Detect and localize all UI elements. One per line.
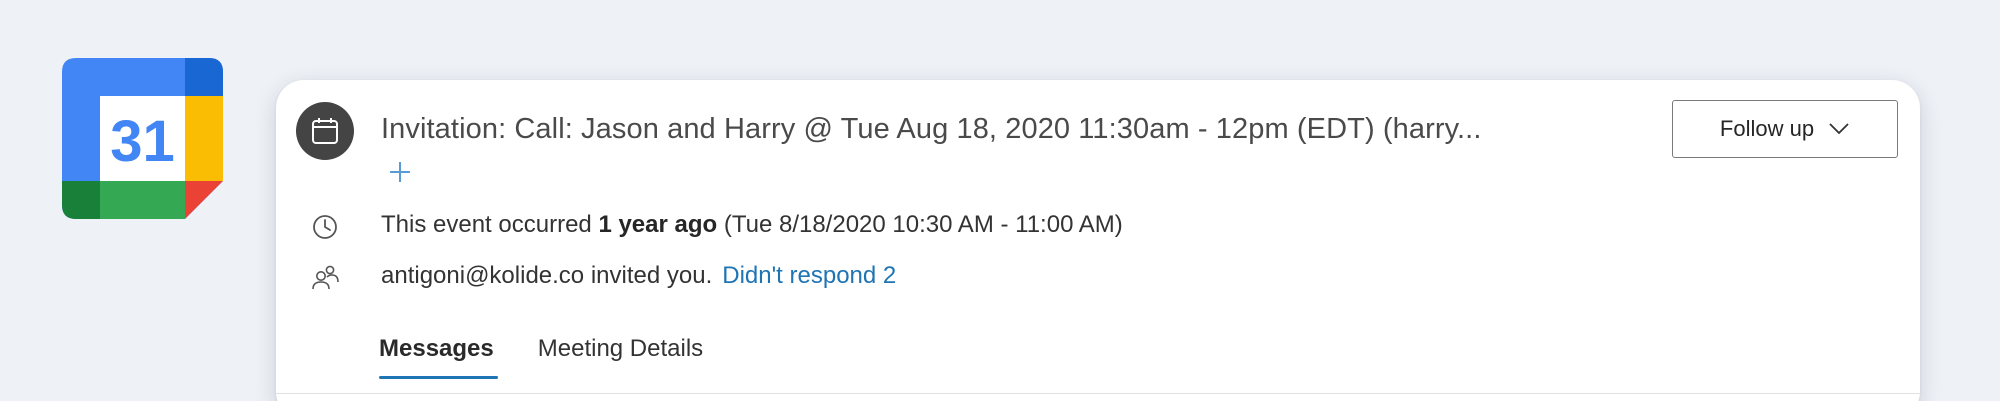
- tab-meeting-details[interactable]: Meeting Details: [538, 335, 703, 377]
- follow-up-label: Follow up: [1719, 116, 1815, 141]
- response-status-link[interactable]: Didn't respond 2: [722, 262, 896, 289]
- clock-icon: [313, 215, 337, 239]
- occurrence-row: This event occurred 1 year ago (Tue 8/18…: [276, 209, 1476, 245]
- add-button[interactable]: [384, 156, 416, 188]
- occurrence-prefix: This event occurred: [381, 211, 599, 238]
- tab-divider: [276, 393, 1920, 394]
- invite-text: antigoni@kolide.co invited you. Didn't re…: [381, 262, 896, 290]
- occurrence-range: (Tue 8/18/2020 10:30 AM - 11:00 AM): [717, 211, 1123, 238]
- calendar-icon: [296, 102, 354, 160]
- chevron-down-icon: [1829, 123, 1849, 135]
- event-subject: Invitation: Call: Jason and Harry @ Tue …: [381, 113, 1482, 145]
- event-card: Invitation: Call: Jason and Harry @ Tue …: [276, 80, 1920, 401]
- screen-background: 31 Invitation: Call: Jason and Harry @ T…: [0, 0, 2000, 401]
- tab-bar: Messages Meeting Details: [379, 335, 703, 379]
- follow-up-button[interactable]: Follow up: [1672, 100, 1898, 158]
- calendar-day-number: 31: [110, 109, 175, 174]
- invite-row: antigoni@kolide.co invited you. Didn't re…: [276, 260, 1476, 296]
- plus-icon: [390, 162, 410, 182]
- attendees-icon: [312, 265, 339, 290]
- tab-messages[interactable]: Messages: [379, 335, 498, 379]
- google-calendar-icon: 31: [62, 58, 223, 219]
- occurrence-relative: 1 year ago: [598, 211, 718, 238]
- inviter-text: antigoni@kolide.co invited you.: [381, 262, 713, 289]
- occurrence-text: This event occurred 1 year ago (Tue 8/18…: [381, 211, 1123, 239]
